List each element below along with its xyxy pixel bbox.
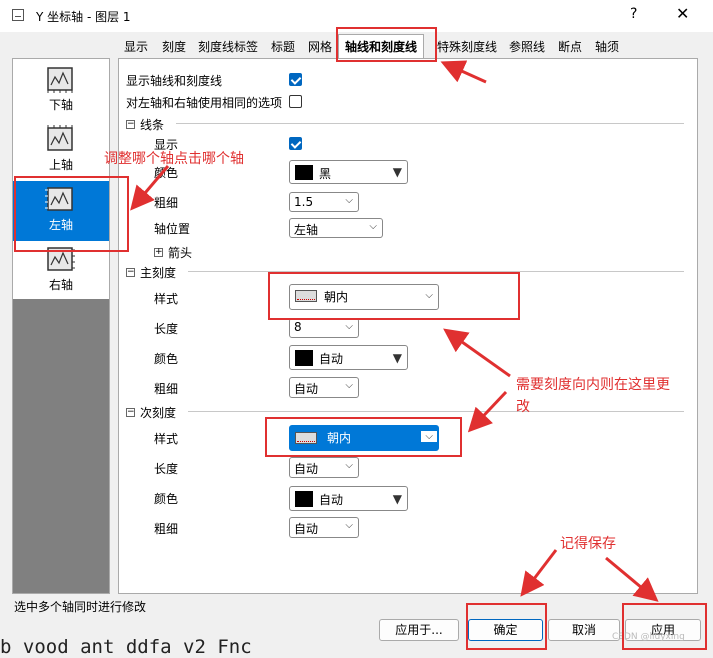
arrow-icon bbox=[520, 549, 558, 597]
arrow-icon bbox=[467, 390, 508, 433]
arrow-icon bbox=[130, 165, 170, 211]
arrow-icon bbox=[443, 328, 511, 378]
annotation-arrows bbox=[130, 60, 659, 602]
arrow-icon bbox=[440, 60, 487, 84]
arrow-icon bbox=[605, 556, 659, 602]
